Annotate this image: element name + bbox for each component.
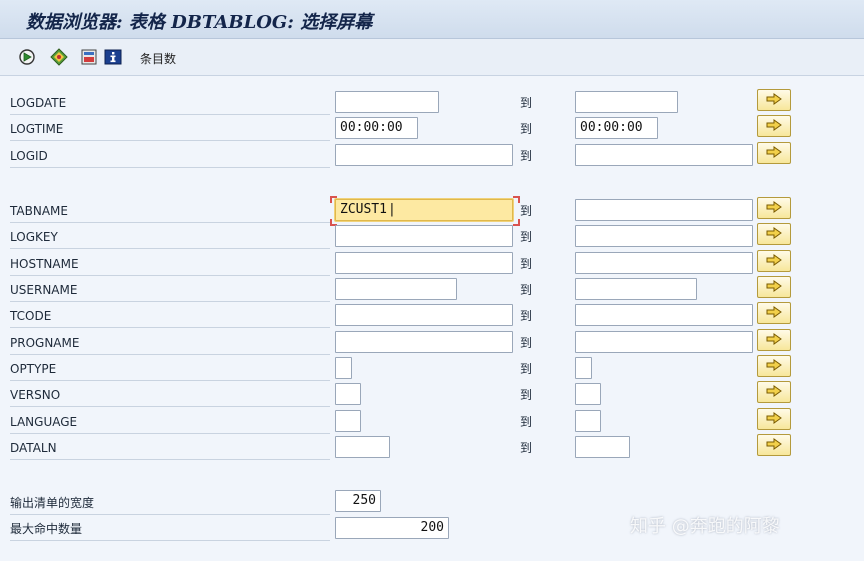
progname-high-input[interactable] [575,331,753,353]
range-to-label: 到 [520,149,533,163]
field-label-logdate: LOGDATE [10,92,330,115]
logtime-low-input[interactable]: 00:00:00 [335,117,418,139]
language-high-input[interactable] [575,410,601,432]
output-width-input[interactable]: 250 [335,490,381,512]
range-to-label: 到 [520,257,533,271]
tcode-multiple-selection-button[interactable] [757,302,791,324]
field-label-hostname: HOSTNAME [10,253,330,276]
range-to-label: 到 [520,441,533,455]
multiple-selection-arrow-icon [765,306,783,323]
field-label-dataln: DATALN [10,437,330,460]
username-multiple-selection-button[interactable] [757,276,791,298]
versno-high-input[interactable] [575,383,601,405]
execute-icon[interactable] [18,48,36,66]
application-toolbar: 条目数 [0,39,864,76]
multiple-selection-arrow-icon [765,93,783,110]
logtime-high-input[interactable]: 00:00:00 [575,117,658,139]
tcode-low-input[interactable] [335,304,513,326]
logkey-low-input[interactable] [335,225,513,247]
range-to-label: 到 [520,336,533,350]
max-hits-label: 最大命中数量 [10,518,330,541]
field-label-language: LANGUAGE [10,411,330,434]
field-label-logtime: LOGTIME [10,118,330,141]
range-to-label: 到 [520,122,533,136]
range-to-label: 到 [520,283,533,297]
multiple-selection-arrow-icon [765,412,783,429]
optype-multiple-selection-button[interactable] [757,355,791,377]
logid-low-input[interactable] [335,144,513,166]
range-to-label: 到 [520,230,533,244]
username-high-input[interactable] [575,278,697,300]
range-to-label: 到 [520,309,533,323]
tabname-high-input[interactable] [575,199,753,221]
field-label-tabname: TABNAME [10,200,330,223]
logkey-high-input[interactable] [575,225,753,247]
field-label-progname: PROGNAME [10,332,330,355]
title-bar: 数据浏览器: 表格 DBTABLOG: 选择屏幕 [0,0,864,39]
logdate-multiple-selection-button[interactable] [757,89,791,111]
language-low-input[interactable] [335,410,361,432]
text-cursor: | [387,202,396,217]
tcode-high-input[interactable] [575,304,753,326]
hostname-multiple-selection-button[interactable] [757,250,791,272]
tabname-low-input[interactable]: ZCUST1| [335,199,513,221]
range-to-label: 到 [520,204,533,218]
multiple-selection-arrow-icon [765,119,783,136]
range-to-label: 到 [520,362,533,376]
progname-low-input[interactable] [335,331,513,353]
multiple-selection-arrow-icon [765,280,783,297]
info-icon[interactable] [104,48,122,66]
multiple-selection-arrow-icon [765,146,783,163]
hostname-low-input[interactable] [335,252,513,274]
multiple-selection-arrow-icon [765,201,783,218]
field-label-logkey: LOGKEY [10,226,330,249]
range-to-label: 到 [520,415,533,429]
multiple-selection-arrow-icon [765,359,783,376]
logid-high-input[interactable] [575,144,753,166]
field-label-tcode: TCODE [10,305,330,328]
dynamic-selections-icon[interactable] [50,48,68,66]
max-hits-input[interactable]: 200 [335,517,449,539]
focus-corner-marker [330,196,337,203]
logid-multiple-selection-button[interactable] [757,142,791,164]
multiple-selection-arrow-icon [765,385,783,402]
watermark: 知乎 @奔跑的阿黎 [630,516,780,537]
language-multiple-selection-button[interactable] [757,408,791,430]
dataln-low-input[interactable] [335,436,390,458]
hostname-high-input[interactable] [575,252,753,274]
field-label-optype: OPTYPE [10,358,330,381]
window-title: 数据浏览器: 表格 DBTABLOG: 选择屏幕 [26,12,373,33]
focus-corner-marker [513,219,520,226]
dataln-high-input[interactable] [575,436,630,458]
optype-low-input[interactable] [335,357,352,379]
range-to-label: 到 [520,388,533,402]
save-variant-icon[interactable] [80,48,98,66]
multiple-selection-arrow-icon [765,227,783,244]
progname-multiple-selection-button[interactable] [757,329,791,351]
logdate-low-input[interactable] [335,91,439,113]
logkey-multiple-selection-button[interactable] [757,223,791,245]
logtime-multiple-selection-button[interactable] [757,115,791,137]
entry-count-button[interactable]: 条目数 [140,50,176,67]
username-low-input[interactable] [335,278,457,300]
multiple-selection-arrow-icon [765,254,783,271]
versno-low-input[interactable] [335,383,361,405]
multiple-selection-arrow-icon [765,333,783,350]
field-label-username: USERNAME [10,279,330,302]
tabname-multiple-selection-button[interactable] [757,197,791,219]
multiple-selection-arrow-icon [765,438,783,455]
focus-corner-marker [513,196,520,203]
output-width-label: 输出清单的宽度 [10,492,330,515]
dataln-multiple-selection-button[interactable] [757,434,791,456]
versno-multiple-selection-button[interactable] [757,381,791,403]
field-label-versno: VERSNO [10,384,330,407]
range-to-label: 到 [520,96,533,110]
optype-high-input[interactable] [575,357,592,379]
logdate-high-input[interactable] [575,91,678,113]
field-label-logid: LOGID [10,145,330,168]
